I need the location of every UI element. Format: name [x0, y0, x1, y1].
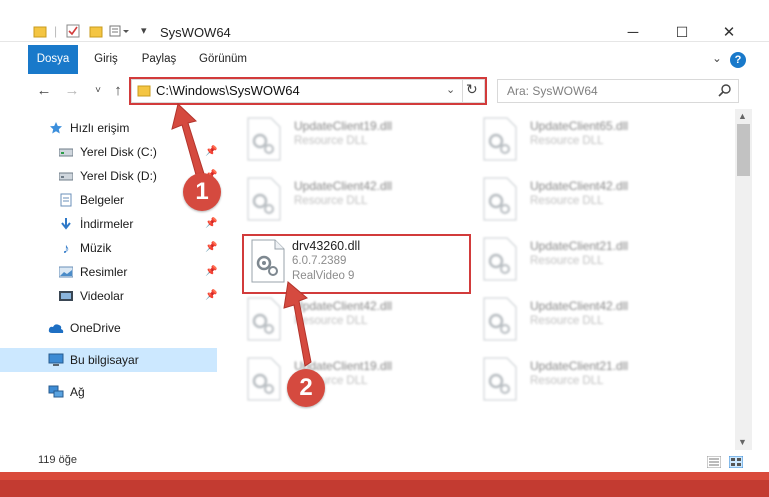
- step-1-badge: 1: [183, 173, 221, 211]
- arrow-1-icon: [171, 103, 207, 183]
- annotation-arrows: [171, 103, 312, 367]
- step-2-badge: 2: [287, 369, 325, 407]
- arrow-2-icon: [283, 281, 312, 367]
